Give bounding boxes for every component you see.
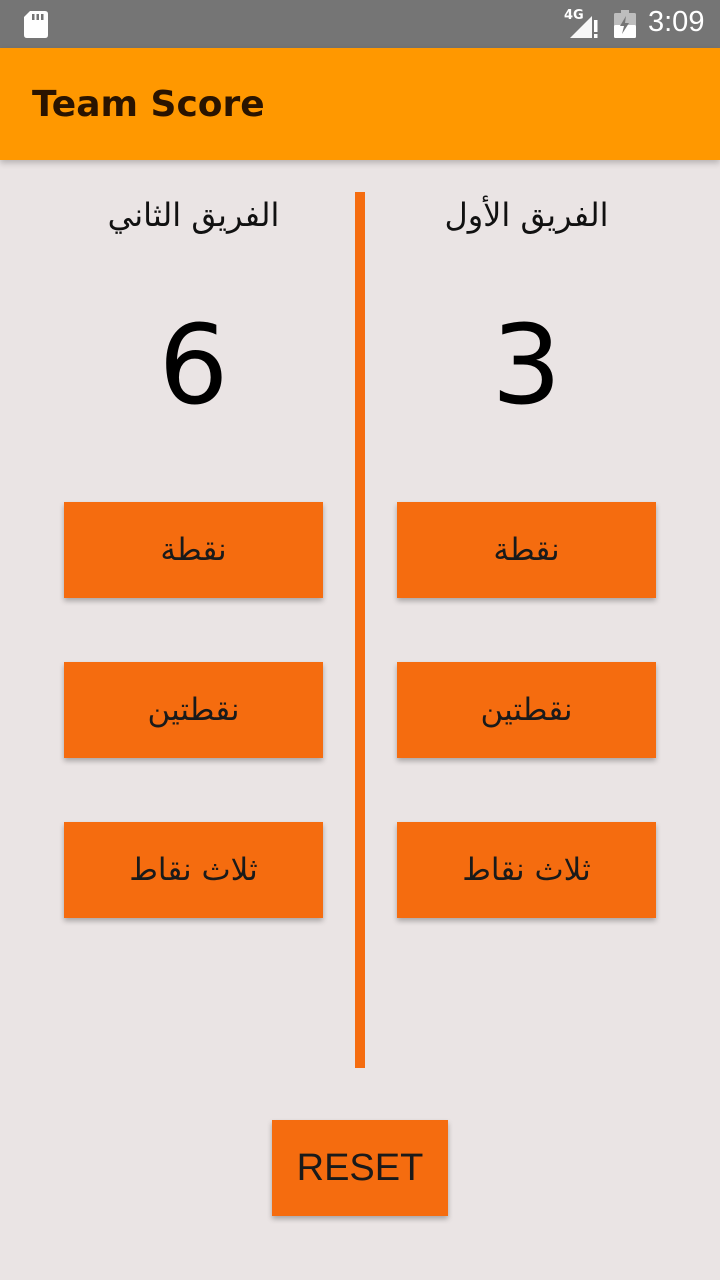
team-two-name: الفريق الثاني <box>107 196 280 234</box>
battery-icon <box>614 10 636 38</box>
status-time: 3:09 <box>648 6 705 38</box>
team-two-column: الفريق الثاني 6 نقطة نقطتين ثلاث نقاط <box>64 160 323 940</box>
team-two-two-points-button[interactable]: نقطتين <box>64 662 323 758</box>
team-one-name: الفريق الأول <box>444 196 609 234</box>
column-divider <box>355 192 365 1068</box>
team-two-score: 6 <box>158 301 229 429</box>
sd-card-icon <box>24 11 48 38</box>
app-bar: Team Score <box>0 48 720 160</box>
signal-icon <box>570 16 598 38</box>
team-one-three-points-button[interactable]: ثلاث نقاط <box>397 822 656 918</box>
team-one-score: 3 <box>491 301 562 429</box>
network-indicator: 4G <box>562 8 604 40</box>
status-bar: 4G 3:09 <box>0 0 720 48</box>
team-one-one-point-button[interactable]: نقطة <box>397 502 656 598</box>
team-one-two-points-button[interactable]: نقطتين <box>397 662 656 758</box>
team-two-one-point-button[interactable]: نقطة <box>64 502 323 598</box>
team-one-column: الفريق الأول 3 نقطة نقطتين ثلاث نقاط <box>397 160 656 940</box>
app-title: Team Score <box>32 84 265 125</box>
reset-button[interactable]: RESET <box>272 1120 448 1216</box>
team-two-three-points-button[interactable]: ثلاث نقاط <box>64 822 323 918</box>
